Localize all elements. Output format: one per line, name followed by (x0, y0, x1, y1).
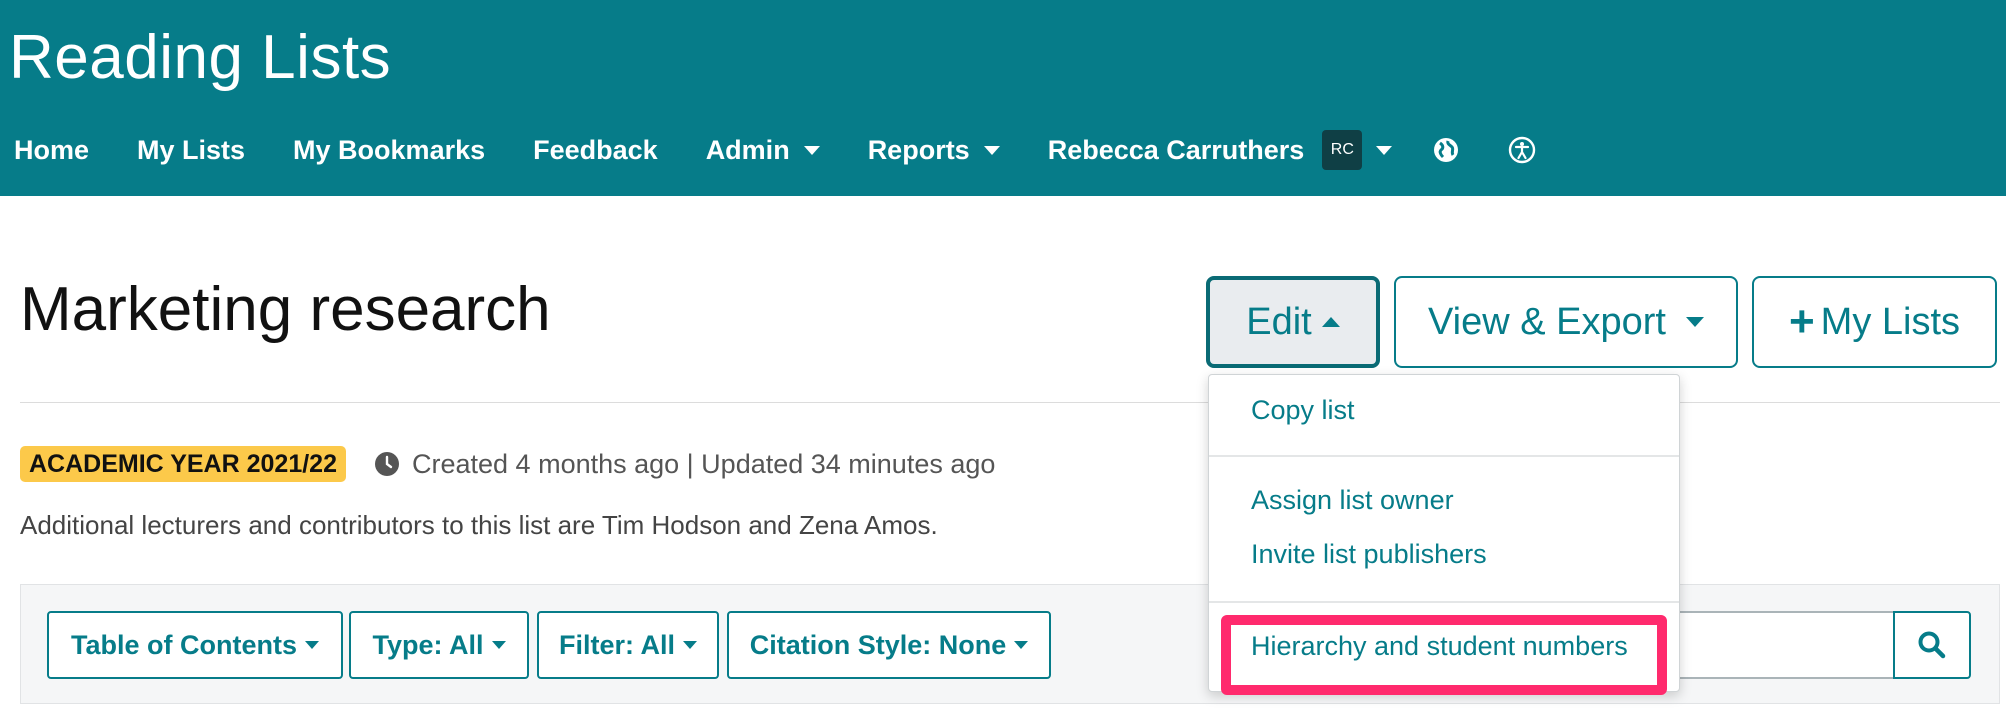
menu-item-invite-list-publishers[interactable]: Invite list publishers (1251, 539, 1487, 570)
list-toolbar: Table of Contents Type: All Filter: All … (20, 584, 2000, 704)
chevron-down-icon (491, 641, 506, 649)
nav-reports-label: Reports (867, 134, 970, 165)
accessibility-button[interactable] (1508, 136, 1536, 164)
citation-style-button[interactable]: Citation Style: None (727, 611, 1051, 679)
search-button[interactable] (1893, 611, 1971, 679)
nav-my-lists[interactable]: My Lists (137, 135, 245, 166)
plus-icon: + (1788, 297, 1815, 346)
edit-button[interactable]: Edit (1206, 276, 1380, 368)
chevron-up-icon (1321, 317, 1340, 327)
app-header: Reading Lists Home My Lists My Bookmarks… (0, 0, 2006, 196)
nav-home[interactable]: Home (14, 135, 89, 166)
chevron-down-icon (803, 145, 820, 155)
menu-item-assign-list-owner[interactable]: Assign list owner (1251, 485, 1454, 516)
nav-home-label: Home (14, 134, 90, 165)
filter-button[interactable]: Filter: All (537, 611, 719, 679)
menu-item-hierarchy-student-numbers[interactable]: Hierarchy and student numbers (1251, 631, 1628, 662)
nav-my-bookmarks[interactable]: My Bookmarks (293, 135, 485, 166)
timestamps-text: Created 4 months ago | Updated 34 minute… (412, 448, 996, 479)
nav-admin-label: Admin (705, 134, 790, 165)
view-export-label: View & Export (1428, 300, 1666, 343)
add-to-my-lists-label: My Lists (1820, 300, 1961, 343)
avatar: RC (1322, 130, 1363, 170)
main-nav: Home My Lists My Bookmarks Feedback Admi… (14, 126, 1584, 174)
page-title: Marketing research (20, 275, 551, 344)
nav-feedback-label: Feedback (533, 134, 658, 165)
chevron-down-icon (305, 641, 319, 649)
search-icon (1918, 631, 1946, 659)
menu-divider (1209, 455, 1679, 457)
user-name: Rebecca Carruthers (1047, 134, 1305, 165)
contributors-text: Additional lecturers and contributors to… (20, 510, 938, 540)
nav-admin-dropdown[interactable]: Admin (706, 135, 820, 166)
accessibility-icon (1509, 136, 1536, 164)
app-title[interactable]: Reading Lists (9, 20, 391, 96)
nav-my-bookmarks-label: My Bookmarks (293, 134, 486, 165)
menu-item-copy-list[interactable]: Copy list (1251, 395, 1355, 426)
clock-icon (375, 452, 399, 476)
search-input[interactable] (1641, 611, 1913, 679)
type-filter-button[interactable]: Type: All (349, 611, 529, 679)
edit-button-label: Edit (1246, 300, 1312, 343)
nav-reports-dropdown[interactable]: Reports (868, 135, 1000, 166)
table-of-contents-button[interactable]: Table of Contents (47, 611, 343, 679)
nav-my-lists-label: My Lists (137, 134, 246, 165)
type-filter-label: Type: All (372, 629, 484, 660)
chevron-down-icon (983, 145, 1000, 155)
table-of-contents-label: Table of Contents (71, 629, 297, 660)
chevron-down-icon (1685, 317, 1704, 327)
list-timestamps: Created 4 months ago | Updated 34 minute… (374, 446, 995, 482)
academic-year-badge: ACADEMIC YEAR 2021/22 (20, 446, 346, 482)
language-button[interactable] (1432, 136, 1460, 164)
citation-style-label: Citation Style: None (749, 629, 1007, 660)
view-export-button[interactable]: View & Export (1394, 276, 1738, 368)
add-to-my-lists-button[interactable]: + My Lists (1752, 276, 1997, 368)
chevron-down-icon (1014, 641, 1029, 649)
chevron-down-icon (683, 641, 697, 649)
globe-icon (1434, 138, 1459, 162)
menu-divider (1209, 601, 1679, 603)
nav-user-menu[interactable]: Rebecca Carruthers RC (1048, 130, 1393, 170)
divider (20, 402, 2000, 403)
filter-label: Filter: All (558, 629, 675, 660)
nav-feedback[interactable]: Feedback (533, 135, 658, 166)
chevron-down-icon (1376, 145, 1393, 155)
edit-dropdown-menu: Copy list Assign list owner Invite list … (1208, 374, 1680, 695)
